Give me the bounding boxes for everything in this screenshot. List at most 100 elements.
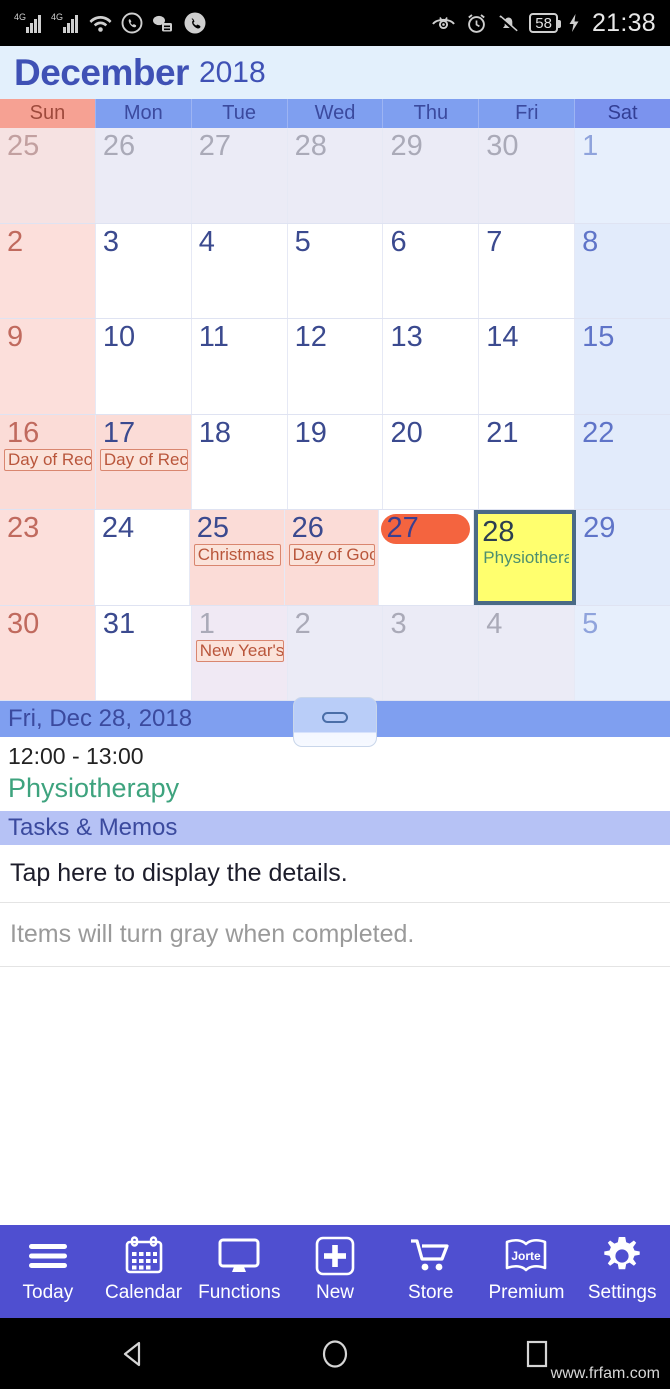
4g-signal-icon: 4G <box>14 12 41 33</box>
tasks-memos-header[interactable]: Tasks & Memos <box>0 811 670 845</box>
day-number: 20 <box>390 416 423 449</box>
calendar-day-cell[interactable]: 9 <box>0 319 96 414</box>
calendar-day-cell[interactable]: 10 <box>95 319 192 414</box>
calendar-day-cell[interactable]: 1 New Year's <box>191 605 288 700</box>
nav-label: Premium <box>488 1282 565 1303</box>
calendar-day-cell[interactable]: 20 <box>383 414 480 509</box>
calendar-day-cell[interactable]: 12 <box>287 319 384 414</box>
day-number: 30 <box>486 130 519 162</box>
day-number: 28 <box>294 130 327 162</box>
calendar-day-cell[interactable]: 21 <box>479 414 576 509</box>
calendar-day-cell[interactable]: 29 <box>383 128 480 223</box>
weekday-header-fri: Fri <box>479 99 576 128</box>
day-number: 8 <box>582 225 599 258</box>
calendar-day-cell[interactable]: 28 Physiothera <box>474 510 577 605</box>
nav-item-new[interactable]: New <box>287 1234 383 1304</box>
calendar-day-cell[interactable]: 22 <box>575 414 670 509</box>
holiday-event-chip[interactable]: Day of Rec <box>99 448 188 471</box>
calendar-day-cell[interactable]: 3 <box>95 223 192 318</box>
alarm-clock-icon <box>468 13 486 33</box>
calendar-day-cell[interactable]: 26 <box>95 128 192 223</box>
calendar-day-cell[interactable]: 27 <box>379 510 475 605</box>
calendar-day-cell[interactable]: 18 <box>191 414 288 509</box>
day-number: 25 <box>196 512 229 544</box>
calendar-day-cell[interactable]: 30 <box>0 605 96 700</box>
day-number: 10 <box>102 321 136 353</box>
svg-text:4G: 4G <box>51 12 63 22</box>
calendar-day-cell[interactable]: 8 <box>575 223 670 318</box>
phone-screen: 4G 4G 58 21:38 December 2018 Sun Mon Tue We… <box>0 0 670 1389</box>
calendar-icon <box>123 1234 165 1278</box>
tasks-hint-row[interactable]: Items will turn gray when completed. <box>0 903 670 967</box>
calendar-day-cell[interactable]: 31 <box>95 605 192 700</box>
calendar-day-cell[interactable]: 16 Day of Rec <box>0 414 96 509</box>
day-number: 2 <box>294 607 311 640</box>
calendar-day-cell[interactable]: 26 Day of Goo <box>284 510 380 605</box>
calendar-day-cell[interactable]: 23 <box>0 510 95 605</box>
month-header[interactable]: December 2018 <box>0 46 670 99</box>
battery-level: 58 <box>535 14 552 32</box>
calendar-day-cell[interactable]: 19 <box>287 414 384 509</box>
calendar-day-cell[interactable]: 2 <box>287 605 384 700</box>
calendar-day-cell[interactable]: 25 Christmas <box>189 510 285 605</box>
holiday-event-chip[interactable]: New Year's <box>195 639 284 662</box>
calendar-week-row: 25 26 27 28 29 30 1 <box>0 128 670 224</box>
tasks-hint-text: Items will turn gray when completed. <box>10 920 415 948</box>
status-bar-right-icons: 58 21:38 <box>431 9 656 38</box>
back-triangle-icon[interactable] <box>116 1337 150 1371</box>
nav-label: Calendar <box>105 1282 183 1303</box>
calendar-day-cell[interactable]: 7 <box>479 223 576 318</box>
nav-item-settings[interactable]: Settings <box>574 1234 670 1304</box>
day-number: 28 <box>482 516 515 548</box>
calendar-day-cell[interactable]: 1 <box>575 128 670 223</box>
nav-item-premium[interactable]: Jorte Premium <box>479 1234 575 1304</box>
day-number: 13 <box>390 321 423 353</box>
tasks-memos-label: Tasks & Memos <box>8 814 178 841</box>
calendar-day-cell[interactable]: 5 <box>575 605 670 700</box>
drag-pill-icon <box>322 712 348 723</box>
nav-item-functions[interactable]: Functions <box>191 1234 287 1304</box>
day-number: 18 <box>198 416 231 449</box>
event-chip[interactable]: Physiothera <box>482 548 569 568</box>
calendar-day-cell[interactable]: 2 <box>0 223 96 318</box>
status-bar: 4G 4G 58 21:38 <box>0 0 670 46</box>
calendar-day-cell[interactable]: 6 <box>383 223 480 318</box>
calendar-week-row: 2 3 4 5 6 7 8 <box>0 223 670 319</box>
home-circle-icon[interactable] <box>318 1337 352 1371</box>
status-bar-clock: 21:38 <box>591 8 656 37</box>
nav-item-store[interactable]: Store <box>383 1234 479 1304</box>
calendar-day-cell[interactable]: 24 <box>94 510 190 605</box>
calendar-day-cell[interactable]: 5 <box>287 223 384 318</box>
calendar-day-cell[interactable]: 13 <box>383 319 480 414</box>
calendar-day-cell[interactable]: 3 <box>383 605 480 700</box>
day-number: 17 <box>102 416 136 449</box>
day-number: 23 <box>7 512 40 544</box>
calendar-day-cell[interactable]: 27 <box>191 128 288 223</box>
day-number: 25 <box>7 130 40 162</box>
tasks-prompt-row[interactable]: Tap here to display the details. <box>0 845 670 903</box>
event-list[interactable]: 12:00 - 13:00 Physiotherapy <box>0 737 670 811</box>
calendar-day-cell[interactable]: 14 <box>479 319 576 414</box>
month-year: 2018 <box>198 55 266 89</box>
day-number: 24 <box>101 512 135 544</box>
calendar-day-cell[interactable]: 15 <box>575 319 670 414</box>
calendar-day-cell[interactable]: 4 <box>191 223 288 318</box>
mute-bell-icon <box>499 14 518 34</box>
calendar-day-cell[interactable]: 4 <box>479 605 576 700</box>
recents-square-icon[interactable] <box>520 1337 554 1371</box>
calendar-day-cell[interactable]: 28 <box>287 128 384 223</box>
selected-date-bar[interactable]: Fri, Dec 28, 2018 <box>0 697 670 747</box>
panel-drag-handle[interactable] <box>293 697 377 747</box>
holiday-event-chip[interactable]: Christmas <box>193 544 281 566</box>
calendar-day-cell[interactable]: 29 <box>576 510 670 605</box>
calendar-day-cell[interactable]: 11 <box>191 319 288 414</box>
holiday-event-chip[interactable]: Day of Goo <box>288 544 376 566</box>
calendar-day-cell[interactable]: 25 <box>0 128 96 223</box>
nav-item-today[interactable]: Today <box>0 1234 96 1304</box>
nav-item-calendar[interactable]: Calendar <box>96 1234 192 1304</box>
calendar-day-cell[interactable]: 30 <box>479 128 576 223</box>
calendar-day-cell[interactable]: 17 Day of Rec <box>95 414 192 509</box>
day-number: 22 <box>582 416 615 449</box>
holiday-event-chip[interactable]: Day of Rec <box>4 448 92 471</box>
calendar-grid: 25 26 27 28 29 30 1 2 3 4 5 6 7 8 9 10 11 12 13 14 15 16 Day o… <box>0 128 670 701</box>
